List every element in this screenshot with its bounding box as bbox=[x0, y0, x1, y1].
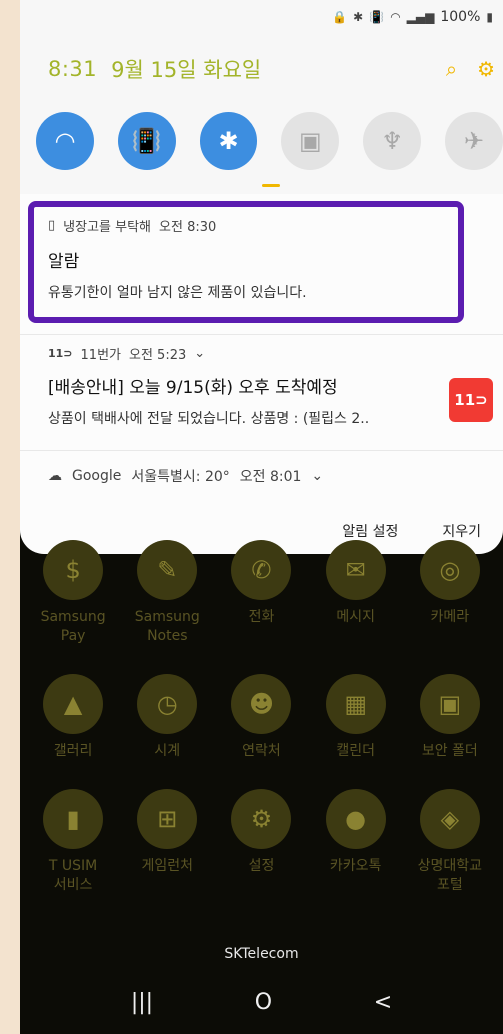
message-icon: ✉ bbox=[325, 540, 386, 600]
secure-folder-icon: ▣ bbox=[419, 673, 480, 734]
home-app-grid: $ Samsung Pay ✎ Samsung Notes ✆ 전화 ✉ 메시지 ◎ 카메… bbox=[20, 540, 503, 922]
clock: 8:31 bbox=[48, 57, 98, 81]
notification-fridge[interactable]: ▯ 냉장고를 부탁해 오전 8:30 알람 유통기한이 얼마 남지 않은 제품이… bbox=[48, 216, 463, 302]
notification-app-name: 냉장고를 부탁해 bbox=[63, 220, 152, 235]
app-clock[interactable]: ◷ 시계 bbox=[122, 673, 212, 761]
gallery-icon: ▲ bbox=[43, 673, 104, 734]
app-kakaotalk[interactable]: ● 카카오톡 bbox=[311, 788, 401, 895]
clock-icon: ◷ bbox=[137, 673, 198, 734]
notification-google[interactable]: ☁ Google 서울특별시: 20° 오전 8:01 ⌄ bbox=[48, 466, 483, 486]
status-bar: 🔒 ✱ 📳 ◠ ▂▄▆ 100% ▮ bbox=[20, 0, 503, 34]
quick-panel: 8:31 9월 15일 화요일 ⌕ ⚙ ◠ 📳 ✱ ▣ ♆ ✈ bbox=[20, 34, 503, 194]
navigation-bar: ||| O < bbox=[20, 990, 503, 1015]
notification-app-name: Google bbox=[72, 468, 122, 484]
weather-detail: 서울특별시: 20° bbox=[131, 469, 230, 485]
lock-screen-icon: ▣ bbox=[299, 127, 322, 155]
notification-time: 오전 8:01 bbox=[239, 469, 302, 485]
wifi-icon: ◠ bbox=[54, 127, 76, 155]
notification-time: 오전 8:30 bbox=[159, 220, 217, 235]
notification-11st[interactable]: 11⊃ 11번가 오전 5:23 ⌄ [배송안내] 오늘 9/15(화) 오후 … bbox=[48, 344, 483, 428]
app-university-portal[interactable]: ◈ 상명대학교 포털 bbox=[405, 788, 495, 895]
app-phone[interactable]: ✆ 전화 bbox=[216, 540, 306, 646]
phone-icon: ✆ bbox=[231, 540, 292, 600]
app-usim[interactable]: ▮ T USIM 서비스 bbox=[28, 788, 118, 895]
app-samsung-pay[interactable]: $ Samsung Pay bbox=[28, 540, 118, 646]
notification-settings-button[interactable]: 알림 설정 bbox=[342, 521, 398, 541]
settings-icon: ⚙ bbox=[231, 788, 292, 849]
app-settings[interactable]: ⚙ 설정 bbox=[216, 788, 306, 895]
gear-icon[interactable]: ⚙ bbox=[477, 57, 495, 81]
search-icon[interactable]: ⌕ bbox=[446, 57, 457, 81]
phone-screen: 🔒 ✱ 📳 ◠ ▂▄▆ 100% ▮ 8:31 9월 15일 화요일 ⌕ ⚙ ◠… bbox=[20, 0, 503, 1034]
divider bbox=[20, 334, 503, 335]
divider bbox=[20, 450, 503, 451]
home-icon[interactable]: O bbox=[255, 990, 272, 1015]
bluetooth-icon: ✱ bbox=[353, 10, 364, 24]
camera-icon: ◎ bbox=[419, 540, 480, 600]
app-contacts[interactable]: ☻ 연락처 bbox=[216, 673, 306, 761]
app-calendar[interactable]: ▦ 캘린더 bbox=[311, 673, 401, 761]
fridge-app-icon: ▯ bbox=[48, 218, 56, 233]
11st-logo-icon: 11⊃ bbox=[449, 378, 493, 422]
chevron-down-icon[interactable]: ⌄ bbox=[194, 346, 205, 361]
notification-title: [배송안내] 오늘 9/15(화) 오후 도착예정 bbox=[48, 378, 338, 398]
11st-app-icon: 11⊃ bbox=[48, 347, 73, 360]
app-samsung-notes[interactable]: ✎ Samsung Notes bbox=[122, 540, 212, 646]
app-secure-folder[interactable]: ▣ 보안 폴더 bbox=[405, 673, 495, 761]
notification-title: 알람 bbox=[48, 252, 80, 272]
flashlight-icon: ♆ bbox=[381, 127, 403, 155]
contacts-icon: ☻ bbox=[231, 673, 292, 734]
date: 9월 15일 화요일 bbox=[111, 58, 262, 82]
battery-level: 100% bbox=[440, 9, 481, 25]
game-launcher-icon: ⊞ bbox=[137, 788, 198, 849]
airplane-toggle[interactable]: ✈ bbox=[445, 112, 503, 170]
vibrate-icon: 📳 bbox=[369, 10, 385, 24]
university-icon: ◈ bbox=[419, 788, 480, 849]
recents-icon[interactable]: ||| bbox=[131, 990, 153, 1015]
vibrate-icon: 📳 bbox=[131, 127, 162, 155]
app-game-launcher[interactable]: ⊞ 게임런처 bbox=[122, 788, 212, 895]
samsung-notes-icon: ✎ bbox=[137, 540, 198, 600]
carrier-name: SKTelecom bbox=[224, 946, 299, 962]
clear-button[interactable]: 지우기 bbox=[442, 521, 481, 541]
quick-toggles: ◠ 📳 ✱ ▣ ♆ ✈ bbox=[36, 112, 503, 170]
usim-icon: ▮ bbox=[43, 788, 104, 849]
notification-time: 오전 5:23 bbox=[129, 348, 187, 363]
app-message[interactable]: ✉ 메시지 bbox=[311, 540, 401, 646]
screen-lock-toggle[interactable]: ▣ bbox=[281, 112, 340, 170]
notification-actions: 알림 설정 지우기 bbox=[342, 521, 481, 541]
wifi-icon: ◠ bbox=[390, 10, 401, 24]
notification-app-name: 11번가 bbox=[80, 348, 121, 363]
notification-list: ▯ 냉장고를 부탁해 오전 8:30 알람 유통기한이 얼마 남지 않은 제품이… bbox=[20, 194, 503, 554]
signal-icon: ▂▄▆ bbox=[406, 10, 435, 24]
chevron-down-icon[interactable]: ⌄ bbox=[311, 468, 323, 484]
app-camera[interactable]: ◎ 카메라 bbox=[405, 540, 495, 646]
panel-handle[interactable] bbox=[262, 184, 280, 187]
notification-body: 상품이 택배사에 전달 되었습니다. 상품명 : (필립스 2.. bbox=[48, 411, 370, 427]
wifi-toggle[interactable]: ◠ bbox=[36, 112, 94, 170]
bluetooth-icon: ✱ bbox=[218, 127, 239, 155]
flashlight-toggle[interactable]: ♆ bbox=[363, 112, 422, 170]
battery-icon: ▮ bbox=[486, 10, 493, 24]
back-icon[interactable]: < bbox=[374, 990, 392, 1015]
notification-body: 유통기한이 얼마 남지 않은 제품이 있습니다. bbox=[48, 285, 307, 301]
cloud-icon: ☁ bbox=[48, 468, 62, 484]
app-gallery[interactable]: ▲ 갤러리 bbox=[28, 673, 118, 761]
calendar-icon: ▦ bbox=[325, 673, 386, 734]
bluetooth-toggle[interactable]: ✱ bbox=[199, 112, 258, 170]
kakaotalk-icon: ● bbox=[325, 788, 386, 849]
airplane-icon: ✈ bbox=[464, 127, 485, 155]
lock-icon: 🔒 bbox=[332, 10, 348, 24]
samsung-pay-icon: $ bbox=[43, 540, 104, 600]
sound-toggle[interactable]: 📳 bbox=[117, 112, 176, 170]
